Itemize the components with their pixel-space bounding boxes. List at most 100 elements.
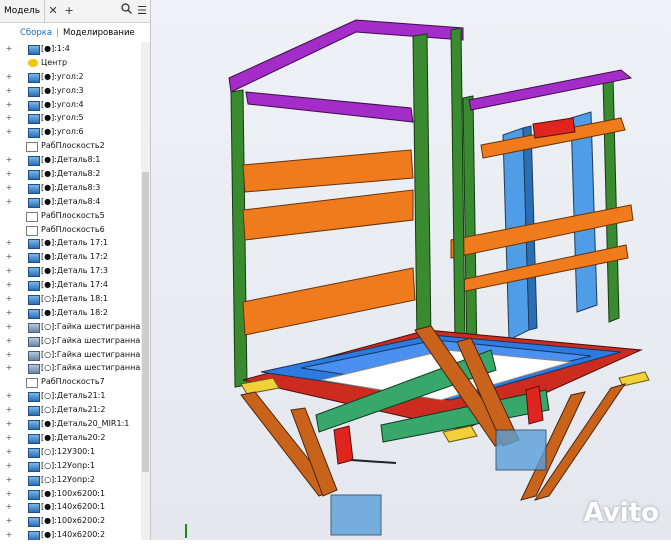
expand-icon[interactable]: + [4,445,14,459]
tree-item[interactable]: + [○]:Гайка шестигранная тя [0,334,150,348]
tree-item-label: РабПлоскость6 [41,224,105,234]
tree-item[interactable]: + [●]:100x6200:1 [0,487,140,501]
close-icon[interactable]: ✕ [45,0,61,22]
expand-icon[interactable]: + [4,292,14,306]
3d-viewport[interactable]: Avito [151,0,671,540]
part-icon [28,433,40,444]
part-icon [28,295,40,306]
expand-icon[interactable]: + [4,250,14,264]
tree-item[interactable]: + [●]:угол:6 [0,125,140,139]
expand-icon[interactable]: + [4,264,14,278]
tree-item-label: РабПлоскость2 [41,141,105,151]
tree-item[interactable]: + [●]:Деталь 18:2 [0,306,140,320]
menu-icon[interactable]: ☰ [134,0,150,22]
expand-icon[interactable]: + [4,111,14,125]
tree-item[interactable]: + [●]:1:4 [0,42,140,56]
tree-item[interactable]: + [○]:Деталь21:2 [0,403,140,417]
expand-icon[interactable]: + [4,431,14,445]
tree-item[interactable]: + [●]:Деталь 17:4 [0,278,140,292]
tree-item[interactable]: + [●]:Деталь8:1 [0,153,140,167]
add-tab-button[interactable]: + [61,0,77,22]
expand-icon[interactable]: + [4,334,14,348]
tree-item-label: [●]:Деталь8:2 [41,169,101,179]
tree-item[interactable]: РабПлоскость6 [0,223,140,237]
tree-item[interactable]: РабПлоскость7 [0,375,140,389]
steel-frame-model [185,19,650,538]
expand-icon[interactable]: + [4,70,14,84]
tree-item[interactable]: + [●]:Деталь8:3 [0,181,140,195]
expand-icon[interactable]: + [4,98,14,112]
tree-scrollbar[interactable] [141,42,150,540]
expand-icon[interactable]: + [4,514,14,528]
tree-item[interactable]: + [●]:Деталь8:2 [0,167,140,181]
tree-item[interactable]: Центр [0,56,140,70]
expand-icon[interactable]: + [4,389,14,403]
tree-item-label: [●]:угол:5 [41,113,84,123]
expand-icon[interactable]: + [4,153,14,167]
expand-icon[interactable]: + [4,278,14,292]
expand-icon[interactable]: + [4,84,14,98]
tree-item-label: [○]:12Уопр:1 [41,460,95,470]
expand-icon[interactable]: + [4,417,14,431]
tree-item[interactable]: + [○]:Гайка шестигранная тя [0,320,150,334]
tree-item-label: [●]:1:4 [41,44,70,53]
tree-item[interactable]: РабПлоскость2 [0,139,140,153]
part-icon [28,531,40,540]
part-icon [28,86,40,97]
tree-item[interactable]: + [○]:Деталь 18:1 [0,292,140,306]
part-icon [28,392,40,403]
tree-item[interactable]: + [●]:Деталь 17:1 [0,236,140,250]
expand-icon[interactable]: + [4,125,14,139]
expand-icon[interactable]: + [4,473,14,487]
scrollbar-thumb[interactable] [142,172,149,472]
nut-icon [28,350,40,361]
expand-icon[interactable]: + [4,195,14,209]
expand-icon[interactable]: + [4,403,14,417]
tree-item[interactable]: + [●]:угол:5 [0,111,140,125]
tree-item[interactable]: РабПлоскость5 [0,209,140,223]
tree-item-label: [●]:100x6200:1 [41,488,106,498]
tab-modeling[interactable]: Моделирование [63,28,135,38]
expand-icon[interactable]: + [4,181,14,195]
tree-item[interactable]: + [●]:140x6200:2 [0,528,140,540]
expand-icon[interactable]: + [4,459,14,473]
tree-item[interactable]: + [●]:угол:3 [0,84,140,98]
part-icon [28,183,40,194]
expand-icon[interactable]: + [4,167,14,181]
tree-item[interactable]: + [○]:12Уопр:1 [0,459,140,473]
tree-item[interactable]: + [○]:Гайка шестигранная тя [0,361,150,375]
expand-icon[interactable]: + [4,487,14,501]
tree-item-label: [●]:140x6200:1 [41,502,106,512]
tree-item[interactable]: + [○]:12Уопр:2 [0,473,140,487]
plane-icon [26,211,38,222]
tree-item[interactable]: + [●]:угол:2 [0,70,140,84]
tree-item[interactable]: + [●]:Деталь8:4 [0,195,140,209]
tree-item-label: РабПлоскость7 [41,377,105,387]
tree-item[interactable]: + [●]:Деталь20:2 [0,431,140,445]
part-icon [28,420,40,431]
tree-item[interactable]: + [●]:140x6200:1 [0,500,140,514]
tree-item[interactable]: + [●]:Деталь20_MIR1:1 [0,417,140,431]
nut-icon [28,322,40,333]
tree-item-label: [●]:Деталь8:1 [41,155,101,165]
tree-item[interactable]: + [○]:Гайка шестигранная тя [0,348,150,362]
expand-icon[interactable]: + [4,306,14,320]
tab-model[interactable]: Модель [0,0,46,22]
tree-item[interactable]: + [●]:Деталь 17:3 [0,264,140,278]
search-icon[interactable] [118,0,134,22]
expand-icon[interactable]: + [4,236,14,250]
expand-icon[interactable]: + [4,348,14,362]
expand-icon[interactable]: + [4,500,14,514]
tree-item[interactable]: + [○]:12У300:1 [0,445,140,459]
tree-item-label: [●]:Деталь 17:4 [41,280,108,290]
expand-icon[interactable]: + [4,320,14,334]
tree-item[interactable]: + [●]:Деталь 17:2 [0,250,140,264]
tab-separator: | [56,28,59,38]
tree-item[interactable]: + [○]:Деталь21:1 [0,389,140,403]
tab-assembly[interactable]: Сборка [20,28,52,38]
tree-item[interactable]: + [●]:100x6200:2 [0,514,140,528]
expand-icon[interactable]: + [4,42,14,56]
tree-item[interactable]: + [●]:угол:4 [0,98,140,112]
expand-icon[interactable]: + [4,528,14,540]
expand-icon[interactable]: + [4,361,14,375]
